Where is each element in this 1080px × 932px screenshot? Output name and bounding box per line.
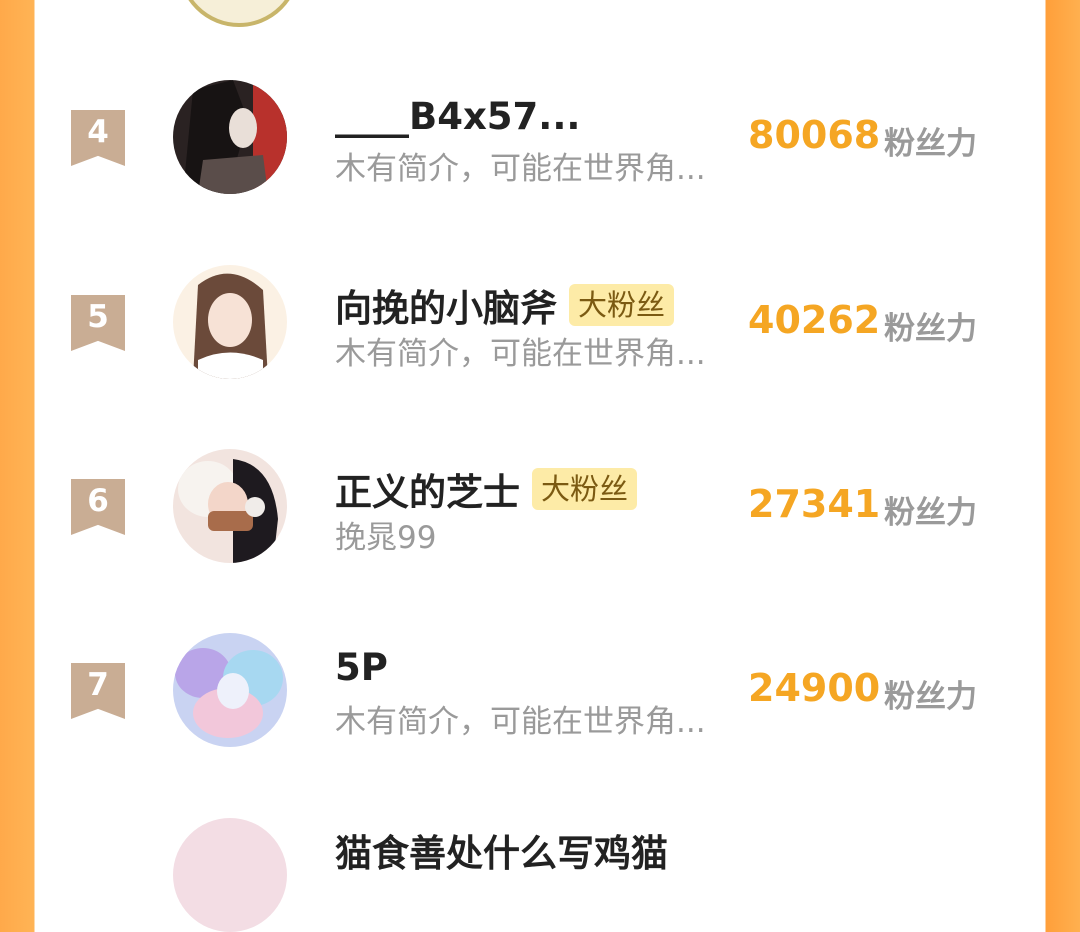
- name-line: 5P: [335, 646, 388, 689]
- fan-score: 80068: [748, 113, 881, 157]
- username[interactable]: ____B4x57...: [335, 95, 580, 138]
- username-next[interactable]: 猫食善处什么写鸡猫: [335, 823, 668, 877]
- big-fan-badge: 大粉丝: [569, 284, 675, 326]
- fan-score: 40262: [748, 298, 881, 342]
- leaderboard-row[interactable]: 4 ____B4x57... 木有简介，可能在世界角... 80068 粉丝力: [35, 53, 1045, 238]
- fan-score-unit: 粉丝力: [884, 679, 977, 715]
- rank-badge: 5: [71, 295, 125, 351]
- fan-score-unit: 粉丝力: [884, 126, 977, 162]
- username[interactable]: 正义的芝士: [335, 462, 520, 516]
- bio-text: 木有简介，可能在世界角...: [335, 151, 706, 187]
- leaderboard-row[interactable]: 5 向挽的小脑斧 大粉丝 木有简介，可能在世界角... 40262 粉丝力: [35, 238, 1045, 423]
- username[interactable]: 5P: [335, 646, 388, 689]
- bio-text: 木有简介，可能在世界角...: [335, 336, 706, 372]
- rank-badge: 7: [71, 663, 125, 719]
- bio-text: 木有简介，可能在世界角...: [335, 704, 706, 740]
- name-line: 向挽的小脑斧 大粉丝: [335, 278, 675, 332]
- rank-badge: 4: [71, 110, 125, 166]
- big-fan-badge: 大粉丝: [532, 468, 638, 510]
- avatar[interactable]: [173, 449, 287, 563]
- fan-leaderboard-panel: 4 ____B4x57... 木有简介，可能在世界角... 80068 粉丝力 …: [35, 0, 1045, 932]
- fan-score: 27341: [748, 482, 881, 526]
- leaderboard-row[interactable]: 7 5P 木有简介，可能在世界角... 24900 粉丝力: [35, 606, 1045, 791]
- fan-score-unit: 粉丝力: [884, 311, 977, 347]
- fan-score: 24900: [748, 666, 881, 710]
- leaderboard-row[interactable]: 6 正义的芝士 大粉丝 挽晁99 27341 粉丝力: [35, 422, 1045, 607]
- fan-score-unit: 粉丝力: [884, 495, 977, 531]
- bio-text: 挽晁99: [335, 520, 437, 556]
- avatar[interactable]: [173, 633, 287, 747]
- avatar[interactable]: [173, 80, 287, 194]
- name-line: 正义的芝士 大粉丝: [335, 462, 638, 516]
- username[interactable]: 向挽的小脑斧: [335, 278, 557, 332]
- avatar-next[interactable]: [173, 818, 287, 932]
- avatar-previous[interactable]: [178, 0, 300, 27]
- name-line: ____B4x57...: [335, 95, 580, 138]
- avatar[interactable]: [173, 265, 287, 379]
- rank-badge: 6: [71, 479, 125, 535]
